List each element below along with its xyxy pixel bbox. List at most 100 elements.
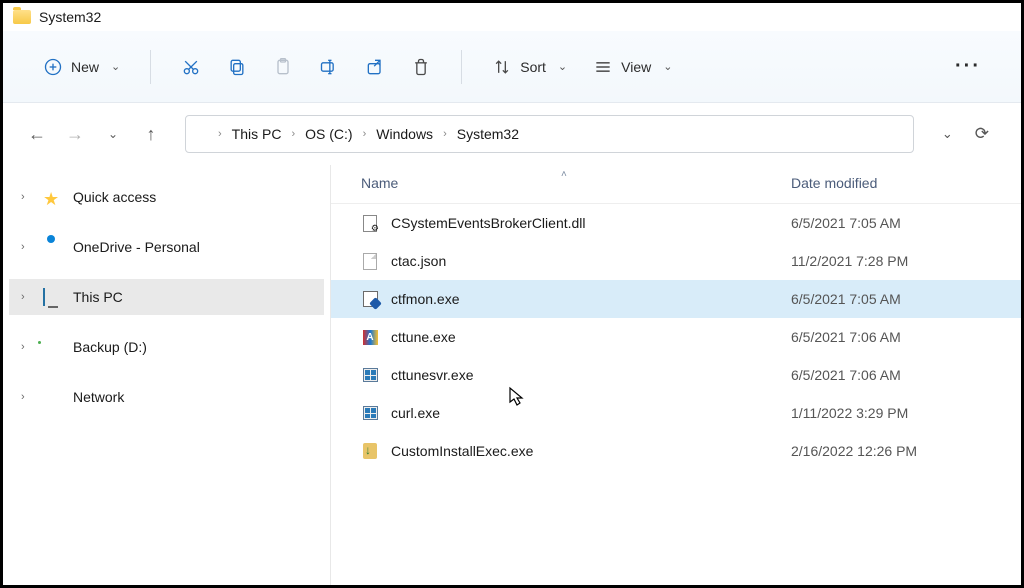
rename-button[interactable]	[309, 51, 349, 83]
back-button[interactable]: ←	[25, 124, 49, 145]
sidebar-item-label: Backup (D:)	[73, 339, 147, 355]
file-row[interactable]: ctac.json 11/2/2021 7:28 PM	[331, 242, 1021, 280]
clipboard-icon	[273, 57, 293, 77]
up-button[interactable]: ↑	[139, 124, 163, 145]
new-button[interactable]: New ⌄	[33, 51, 130, 83]
file-row[interactable]: curl.exe 1/11/2022 3:29 PM	[331, 394, 1021, 432]
breadcrumb-seg[interactable]: OS (C:)	[299, 124, 358, 144]
sort-caret-icon: ˄	[561, 169, 567, 180]
chevron-right-icon: ›	[443, 128, 447, 140]
file-date: 6/5/2021 7:06 AM	[791, 367, 991, 383]
cleartype-icon: A	[361, 328, 379, 346]
chevron-down-icon: ⌄	[659, 60, 672, 73]
chevron-right-icon: ›	[21, 291, 33, 303]
file-name: cttune.exe	[391, 329, 456, 345]
view-button[interactable]: View ⌄	[583, 51, 682, 83]
plus-circle-icon	[43, 57, 63, 77]
dll-file-icon	[361, 214, 379, 232]
breadcrumb-seg[interactable]: Windows	[370, 124, 439, 144]
chevron-right-icon: ›	[291, 128, 295, 140]
file-date: 6/5/2021 7:05 AM	[791, 215, 991, 231]
sidebar-item-label: Network	[73, 389, 124, 405]
file-list: Name ˄ Date modified CSystemEventsBroker…	[331, 165, 1021, 585]
sidebar-item-quick-access[interactable]: › ★ Quick access	[9, 179, 324, 215]
exe-file-icon	[361, 290, 379, 308]
sidebar-item-label: Quick access	[73, 189, 156, 205]
copy-button[interactable]	[217, 51, 257, 83]
divider	[461, 50, 462, 84]
sort-button[interactable]: Sort ⌄	[482, 51, 577, 83]
column-date[interactable]: Date modified	[791, 175, 991, 191]
trash-icon	[411, 57, 431, 77]
divider	[150, 50, 151, 84]
address-bar[interactable]: › This PC › OS (C:) › Windows › System32	[185, 115, 914, 153]
breadcrumb-seg[interactable]: System32	[451, 124, 525, 144]
forward-button[interactable]: →	[63, 124, 87, 145]
nav-row: ← → ⌄ ↑ › This PC › OS (C:) › Windows › …	[3, 103, 1021, 165]
file-name: CSystemEventsBrokerClient.dll	[391, 215, 586, 231]
scissors-icon	[181, 57, 201, 77]
folder-icon	[13, 10, 31, 24]
column-date-label: Date modified	[791, 175, 877, 191]
file-name: curl.exe	[391, 405, 440, 421]
recent-dropdown[interactable]: ⌄	[101, 127, 125, 141]
delete-button[interactable]	[401, 51, 441, 83]
share-button[interactable]	[355, 51, 395, 83]
sidebar-item-backup[interactable]: › Backup (D:)	[9, 329, 324, 365]
refresh-button[interactable]: ⟳	[975, 124, 989, 144]
file-row[interactable]: Acttune.exe 6/5/2021 7:06 AM	[331, 318, 1021, 356]
column-name-label: Name	[361, 175, 398, 191]
chevron-right-icon: ›	[21, 191, 33, 203]
file-name: CustomInstallExec.exe	[391, 443, 533, 459]
view-icon	[593, 57, 613, 77]
breadcrumb-seg[interactable]: This PC	[226, 124, 288, 144]
sidebar-item-this-pc[interactable]: › This PC	[9, 279, 324, 315]
chevron-down-icon: ⌄	[107, 60, 120, 73]
installer-icon	[361, 442, 379, 460]
chevron-right-icon: ›	[21, 391, 33, 403]
file-name: ctfmon.exe	[391, 291, 459, 307]
dots-icon: ···	[955, 55, 981, 78]
column-name[interactable]: Name ˄	[361, 175, 791, 191]
file-date: 11/2/2021 7:28 PM	[791, 253, 991, 269]
sort-label: Sort	[520, 59, 546, 75]
sidebar-item-onedrive[interactable]: › OneDrive - Personal	[9, 229, 324, 265]
chevron-right-icon: ›	[21, 341, 33, 353]
chevron-down-icon: ⌄	[554, 60, 567, 73]
star-icon: ★	[43, 189, 63, 205]
toolbar: New ⌄ Sort ⌄ View ⌄ ···	[3, 31, 1021, 103]
copy-icon	[227, 57, 247, 77]
file-date: 1/11/2022 3:29 PM	[791, 405, 991, 421]
sidebar-item-label: OneDrive - Personal	[73, 239, 200, 255]
file-date: 6/5/2021 7:06 AM	[791, 329, 991, 345]
exe-file-icon	[361, 404, 379, 422]
folder-icon	[198, 128, 214, 140]
file-date: 6/5/2021 7:05 AM	[791, 291, 991, 307]
file-row[interactable]: CustomInstallExec.exe 2/16/2022 12:26 PM	[331, 432, 1021, 470]
json-file-icon	[361, 252, 379, 270]
window-title: System32	[39, 9, 101, 25]
paste-button[interactable]	[263, 51, 303, 83]
file-name: ctac.json	[391, 253, 446, 269]
titlebar: System32	[3, 3, 1021, 31]
sidebar: › ★ Quick access › OneDrive - Personal ›…	[3, 165, 331, 585]
column-headers: Name ˄ Date modified	[331, 165, 1021, 204]
new-label: New	[71, 59, 99, 75]
chevron-right-icon: ›	[21, 241, 33, 253]
file-row[interactable]: cttunesvr.exe 6/5/2021 7:06 AM	[331, 356, 1021, 394]
more-button[interactable]: ···	[945, 49, 991, 84]
monitor-icon	[43, 288, 45, 306]
rename-icon	[319, 57, 339, 77]
sidebar-item-label: This PC	[73, 289, 123, 305]
file-row[interactable]: CSystemEventsBrokerClient.dll 6/5/2021 7:…	[331, 204, 1021, 242]
sort-icon	[492, 57, 512, 77]
file-row[interactable]: ctfmon.exe 6/5/2021 7:05 AM	[331, 280, 1021, 318]
address-dropdown[interactable]: ⌄	[942, 126, 953, 142]
file-date: 2/16/2022 12:26 PM	[791, 443, 991, 459]
chevron-right-icon: ›	[363, 128, 367, 140]
exe-file-icon	[361, 366, 379, 384]
file-name: cttunesvr.exe	[391, 367, 474, 383]
cut-button[interactable]	[171, 51, 211, 83]
sidebar-item-network[interactable]: › Network	[9, 379, 324, 415]
chevron-right-icon: ›	[218, 128, 222, 140]
